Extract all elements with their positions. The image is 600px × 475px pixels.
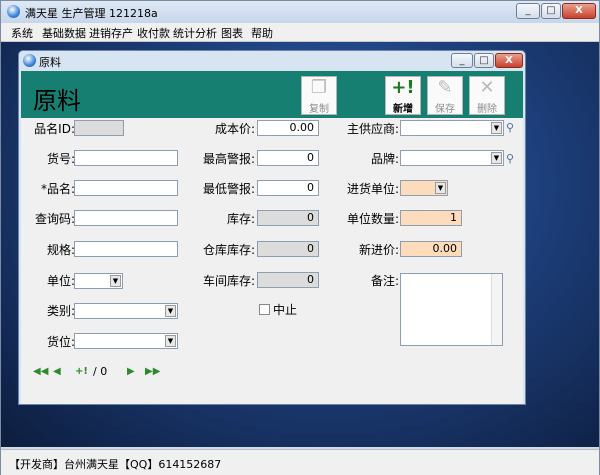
child-title: 原料 (39, 56, 61, 69)
delete-label: 删除 (477, 104, 497, 115)
prev-icon[interactable]: ◀ (53, 366, 61, 377)
app-title: 满天星 生产管理 121218a (25, 7, 158, 20)
status-qq: 【QQ】614152687 (119, 458, 222, 471)
menu-basic-data[interactable]: 基础数据 (42, 25, 86, 41)
label-guige: 规格: (46, 243, 75, 257)
label-huohao: 货号: (46, 152, 75, 166)
close-icon[interactable]: X (562, 3, 596, 19)
save-icon: ✎ (437, 77, 453, 98)
next-icon[interactable]: ▶ (127, 366, 135, 377)
menu-bar: 系统 基础数据 进销存产 收付款 统计分析 图表 帮助 (1, 23, 599, 42)
label-beizhu: 备注: (370, 274, 399, 288)
chevron-down-icon[interactable]: ▼ (491, 122, 502, 134)
label-jinhuodanwei: 进货单位: (346, 182, 399, 196)
pinpai-select[interactable]: ▼ (400, 150, 504, 166)
delete-button[interactable]: ✕ 删除 (469, 76, 505, 115)
gongyingshang-select[interactable]: ▼ (400, 120, 504, 136)
beizhu-scrollbar[interactable] (491, 274, 502, 345)
chevron-down-icon[interactable]: ▼ (435, 182, 446, 194)
search-icon[interactable]: ⚲ (506, 121, 514, 134)
label-zuidi: 最低警报: (202, 182, 255, 196)
search-icon[interactable]: ⚲ (506, 152, 514, 165)
label-leibie: 类别: (46, 304, 75, 318)
huohao-field[interactable] (74, 150, 178, 166)
new-label: 新增 (393, 104, 413, 115)
app-icon (23, 54, 36, 67)
material-window: 原料 _ □ X 原料 ❐ 复制 +! 新增 ✎ 保存 ✕ 删除 品名ID: 货… (18, 50, 526, 405)
page-title: 原料 (33, 87, 81, 115)
chevron-down-icon[interactable]: ▼ (165, 305, 176, 317)
danweishuliang-field[interactable]: 1 (400, 210, 462, 226)
maximize-icon[interactable]: □ (541, 3, 561, 19)
status-developer: 【开发商】台州满天星 (9, 458, 119, 471)
save-button[interactable]: ✎ 保存 (427, 76, 463, 115)
minimize-icon[interactable]: _ (516, 3, 540, 19)
xinjinjia-field[interactable]: 0.00 (400, 241, 462, 257)
menu-charts[interactable]: 图表 (221, 25, 243, 41)
close-icon[interactable]: X (495, 53, 523, 68)
label-pinpai: 品牌: (370, 152, 399, 166)
menu-help[interactable]: 帮助 (251, 25, 273, 41)
label-pinming-id: 品名ID: (34, 122, 75, 136)
label-zhongzhi: 中止 (273, 303, 298, 317)
last-icon[interactable]: ▶▶ (145, 366, 160, 377)
maximize-icon[interactable]: □ (474, 53, 494, 68)
new-button[interactable]: +! 新增 (385, 76, 421, 115)
zhongzhi-checkbox[interactable] (259, 304, 270, 315)
pinming-id-field (74, 120, 124, 136)
label-cangku: 仓库库存: (202, 243, 255, 257)
chevron-down-icon[interactable]: ▼ (165, 335, 176, 347)
label-zuigao: 最高警报: (202, 152, 255, 166)
label-gongyingshang: 主供应商: (346, 122, 399, 136)
label-chengbenjia: 成本价: (214, 122, 255, 136)
danwei-select[interactable]: ▼ (74, 273, 123, 289)
first-icon[interactable]: ◀◀ (33, 366, 48, 377)
menu-inventory[interactable]: 进销存产 (89, 25, 133, 41)
chengbenjia-field[interactable]: 0.00 (257, 120, 319, 136)
huowei-select[interactable]: ▼ (74, 333, 178, 349)
beizhu-textarea[interactable] (400, 273, 503, 346)
header-panel: 原料 ❐ 复制 +! 新增 ✎ 保存 ✕ 删除 (21, 71, 523, 118)
minimize-icon[interactable]: _ (451, 53, 473, 68)
label-huowei: 货位: (46, 335, 75, 349)
zuidi-field[interactable]: 0 (257, 180, 319, 196)
save-label: 保存 (435, 104, 455, 115)
label-danwei: 单位: (46, 274, 75, 288)
child-title-bar: 原料 _ □ X (19, 51, 525, 71)
chaxunma-field[interactable] (74, 210, 178, 226)
menu-statistics[interactable]: 统计分析 (173, 25, 217, 41)
zuigao-field[interactable]: 0 (257, 150, 319, 166)
copy-icon: ❐ (310, 77, 328, 98)
chejian-field: 0 (257, 272, 319, 288)
guige-field[interactable] (74, 241, 178, 257)
chevron-down-icon[interactable]: ▼ (491, 152, 502, 164)
label-chejian: 车间库存: (202, 274, 255, 288)
main-title-bar: 满天星 生产管理 121218a _ □ X (1, 1, 599, 23)
menu-system[interactable]: 系统 (11, 25, 33, 41)
main-window: 满天星 生产管理 121218a _ □ X 系统 基础数据 进销存产 收付款 … (0, 0, 600, 475)
kucun-field: 0 (257, 210, 319, 226)
leibie-select[interactable]: ▼ (74, 303, 178, 319)
delete-icon: ✕ (479, 77, 495, 98)
label-xinjinjia: 新进价: (358, 243, 399, 257)
label-danweishuliang: 单位数量: (346, 212, 399, 226)
pinming-field[interactable] (74, 180, 178, 196)
cangku-field: 0 (257, 241, 319, 257)
status-bar: 【开发商】台州满天星 【QQ】614152687 (1, 449, 599, 475)
jinhuodanwei-select[interactable]: ▼ (400, 180, 448, 196)
copy-button[interactable]: ❐ 复制 (301, 76, 337, 115)
menu-payments[interactable]: 收付款 (137, 25, 170, 41)
material-form: 品名ID: 货号: *品名: 查询码: 规格: 单位: ▼ 类别: ▼ 货位: (21, 118, 523, 404)
label-pinming: *品名: (40, 182, 75, 196)
label-chaxunma: 查询码: (34, 212, 75, 226)
app-icon (7, 5, 20, 18)
label-kucun: 库存: (226, 212, 255, 226)
record-counter: / 0 (93, 365, 108, 378)
add-record-icon[interactable]: +! (75, 366, 88, 377)
copy-label: 复制 (309, 104, 329, 115)
chevron-down-icon[interactable]: ▼ (110, 275, 121, 287)
new-icon: +! (391, 77, 415, 98)
